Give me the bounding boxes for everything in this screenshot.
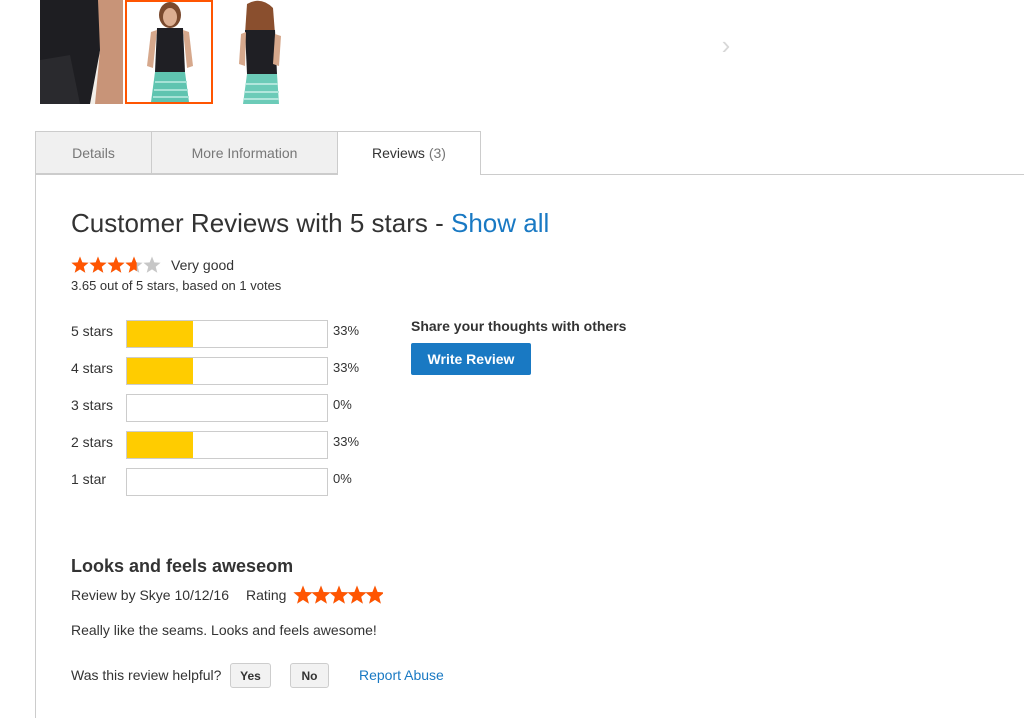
star-filled-icon — [71, 256, 89, 273]
breakdown-row-3-stars: 3 stars 0% — [71, 394, 391, 422]
breakdown-percent: 0% — [333, 471, 352, 486]
tab-details[interactable]: Details — [35, 131, 152, 174]
reviews-heading-text: Customer Reviews with 5 stars - — [71, 208, 451, 238]
breakdown-percent: 0% — [333, 397, 352, 412]
star-filled-icon — [329, 585, 349, 604]
report-abuse-link[interactable]: Report Abuse — [359, 666, 444, 684]
breakdown-bar[interactable] — [126, 394, 328, 422]
review-author-date: Review by Skye 10/12/16 — [71, 587, 229, 603]
breakdown-bar[interactable] — [126, 468, 328, 496]
star-filled-icon — [89, 256, 107, 273]
helpful-no-button[interactable]: No — [290, 663, 329, 688]
breakdown-label: 2 stars — [71, 434, 114, 450]
breakdown-label: 3 stars — [71, 397, 114, 413]
tab-review-count: (3) — [428, 145, 446, 161]
share-thoughts-heading: Share your thoughts with others — [411, 318, 627, 334]
star-filled-icon — [365, 585, 385, 604]
rating-summary-text: 3.65 out of 5 stars, based on 1 votes — [71, 278, 282, 293]
reviews-heading: Customer Reviews with 5 stars - Show all — [71, 205, 549, 241]
review-rating-label: Rating — [246, 587, 287, 603]
breakdown-percent: 33% — [333, 323, 360, 338]
breakdown-row-2-stars: 2 stars 33% — [71, 431, 391, 459]
chevron-right-icon[interactable]: › — [716, 30, 736, 60]
breakdown-row-5-stars: 5 stars 33% — [71, 320, 391, 348]
breakdown-percent: 33% — [333, 360, 360, 375]
helpful-yes-button[interactable]: Yes — [230, 663, 271, 688]
gallery-thumbnails: › — [0, 0, 1024, 106]
review-body: Really like the seams. Looks and feels a… — [71, 622, 377, 638]
tab-label: Reviews — [372, 145, 425, 161]
breakdown-bar-fill — [127, 432, 193, 458]
breakdown-label: 4 stars — [71, 360, 114, 376]
review-title: Looks and feels aweseom — [71, 556, 294, 576]
write-review-button[interactable]: Write Review — [411, 343, 531, 375]
breakdown-label: 1 star — [71, 471, 107, 487]
show-all-link[interactable]: Show all — [451, 208, 549, 238]
tab-label: Details — [72, 145, 115, 161]
tab-label: More Information — [191, 145, 298, 161]
star-filled-icon — [311, 585, 331, 604]
breakdown-percent: 33% — [333, 434, 360, 449]
tab-reviews[interactable]: Reviews (3) — [337, 131, 481, 175]
thumbnail-1[interactable] — [40, 0, 123, 104]
helpful-question: Was this review helpful? — [71, 667, 222, 683]
star-filled-icon — [107, 256, 125, 273]
star-filled-icon — [347, 585, 367, 604]
breakdown-bar-fill — [127, 321, 193, 347]
summary-rating-stars — [71, 256, 161, 274]
review-rating-stars — [293, 585, 385, 605]
tab-more-information[interactable]: More Information — [151, 131, 338, 174]
thumbnail-3[interactable] — [215, 0, 303, 104]
rating-word: Very good — [171, 257, 235, 273]
thumbnail-2-selected[interactable] — [125, 0, 213, 104]
star-rating-graphic — [293, 585, 385, 604]
star-rating-graphic — [71, 256, 161, 273]
breakdown-label: 5 stars — [71, 323, 114, 339]
breakdown-row-1-star: 1 star 0% — [71, 468, 391, 496]
star-empty-icon — [143, 256, 161, 273]
breakdown-bar[interactable] — [126, 320, 328, 348]
breakdown-bar[interactable] — [126, 431, 328, 459]
breakdown-bar[interactable] — [126, 357, 328, 385]
star-filled-icon — [293, 585, 313, 604]
breakdown-row-4-stars: 4 stars 33% — [71, 357, 391, 385]
breakdown-bar-fill — [127, 358, 193, 384]
